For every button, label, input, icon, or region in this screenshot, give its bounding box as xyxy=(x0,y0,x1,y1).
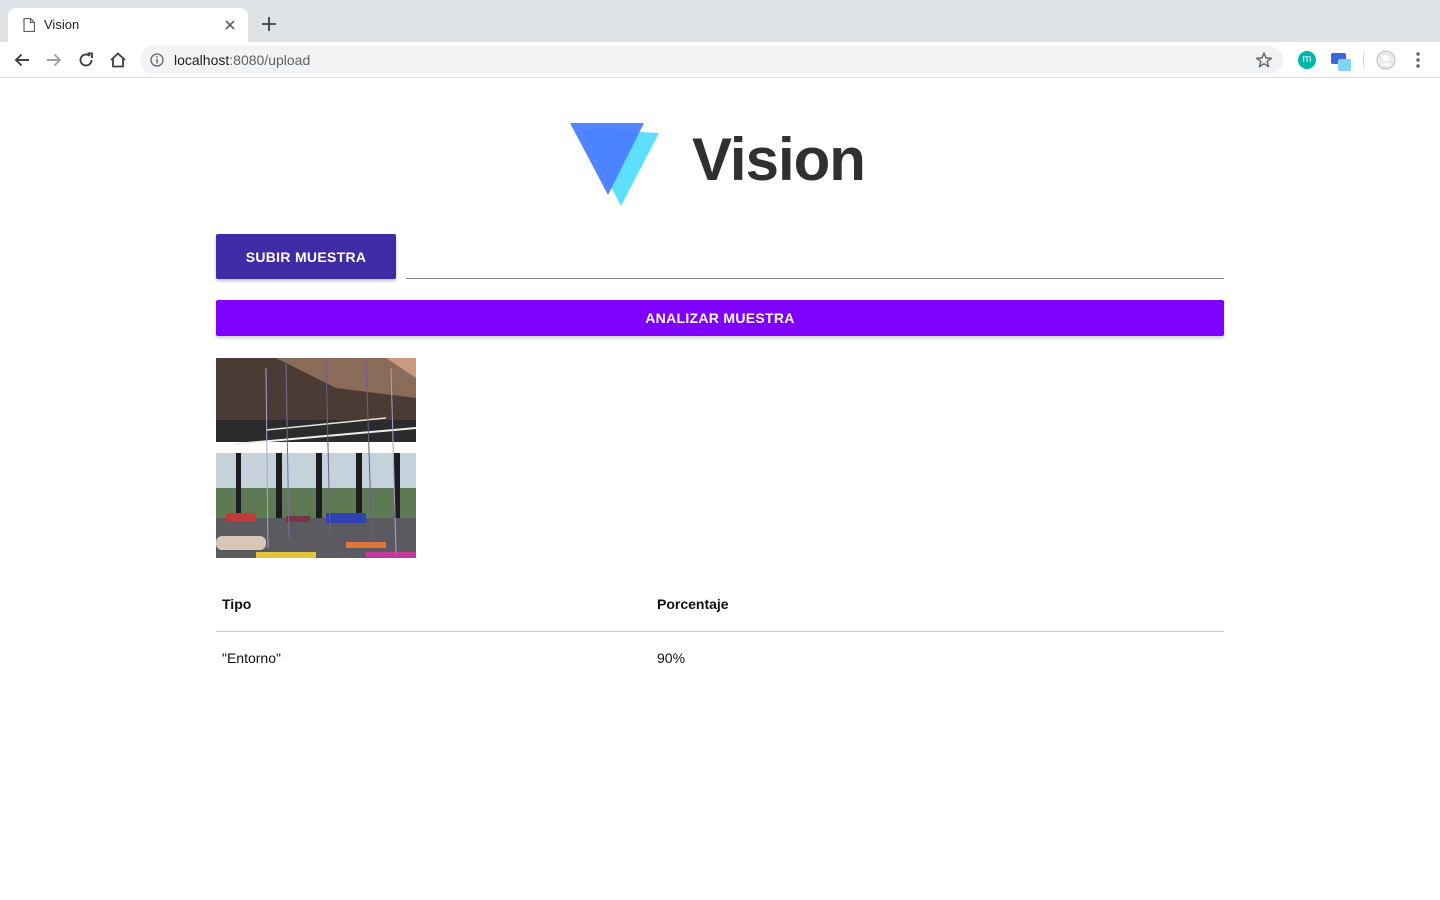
tab-title: Vision xyxy=(44,17,80,32)
extension-id-icon[interactable] xyxy=(1330,50,1352,72)
menu-dots-icon[interactable] xyxy=(1410,50,1426,70)
upload-sample-button[interactable]: SUBIR MUESTRA xyxy=(216,234,396,279)
url-path: :8080/upload xyxy=(229,52,311,68)
close-icon[interactable] xyxy=(222,17,238,33)
table-row: "Entorno" 90% xyxy=(216,632,1224,682)
cell-tipo: "Entorno" xyxy=(222,650,281,666)
header-porcentaje: Porcentaje xyxy=(657,596,729,612)
tab-strip: Vision xyxy=(0,0,1440,42)
page-content: Vision SUBIR MUESTRA ANALIZAR MUESTRA Ti… xyxy=(0,79,1440,900)
header-tipo: Tipo xyxy=(222,596,252,612)
page-icon xyxy=(23,18,35,32)
reload-icon[interactable] xyxy=(76,50,96,70)
extension-m-icon[interactable]: m xyxy=(1298,51,1316,69)
url-host: localhost xyxy=(174,52,230,68)
star-icon[interactable] xyxy=(1255,51,1273,69)
plus-icon[interactable] xyxy=(260,15,278,33)
analyze-sample-button[interactable]: ANALIZAR MUESTRA xyxy=(216,300,1224,336)
address-bar[interactable]: localhost:8080/upload xyxy=(140,46,1283,74)
results-table: Tipo Porcentaje "Entorno" 90% xyxy=(216,584,1224,682)
toolbar-separator xyxy=(1363,52,1364,68)
vision-logo-mark xyxy=(570,123,659,206)
forward-arrow-icon[interactable] xyxy=(44,50,64,70)
file-name-field[interactable] xyxy=(406,278,1224,279)
logo-text: Vision xyxy=(692,126,866,193)
home-icon[interactable] xyxy=(108,50,128,70)
browser-tab[interactable]: Vision xyxy=(8,8,248,42)
cell-porcentaje: 90% xyxy=(657,650,686,666)
info-icon[interactable] xyxy=(150,53,164,67)
back-arrow-icon[interactable] xyxy=(12,50,32,70)
table-header: Tipo Porcentaje xyxy=(216,584,1224,632)
sample-image xyxy=(216,358,416,558)
url-text: localhost:8080/upload xyxy=(174,52,310,68)
browser-toolbar: localhost:8080/upload m xyxy=(0,42,1440,78)
avatar-icon[interactable] xyxy=(1376,50,1396,70)
